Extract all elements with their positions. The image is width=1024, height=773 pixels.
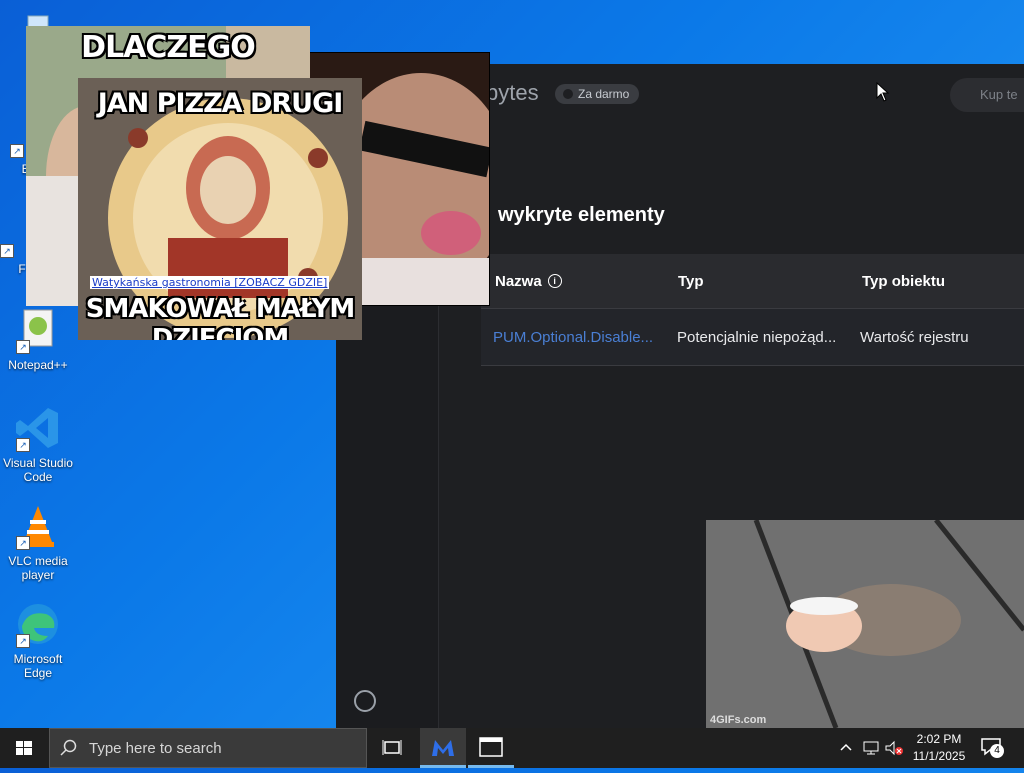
plan-badge-label: Za darmo [578,87,630,101]
start-button[interactable] [0,728,48,768]
desktop-icon-label: VLC media player [8,554,68,582]
desktop-icon-label: Notepad++ [8,358,68,372]
taskbar-window[interactable] [468,728,514,768]
meme-bottom-text: SMAKOWAŁ MAŁYM DZIECIOM [85,294,356,340]
shortcut-arrow-icon: ↗ [10,144,24,158]
clock[interactable]: 2:02 PM 11/1/2025 [908,731,970,765]
mouse-cursor-icon [876,82,890,102]
taskbar: Type here to search 2:02 PM 11/1/2025 4 [0,728,1024,768]
search-box[interactable]: Type here to search [49,728,367,768]
vscode-icon: ↗ [14,404,62,452]
detection-object-type: Wartość rejestru [860,328,969,346]
window-icon [479,737,503,757]
shortcut-arrow-icon: ↗ [16,438,30,452]
column-header-type[interactable]: Typ [678,254,704,308]
desktop-icon-edge[interactable]: ↗ Microsoft Edge [2,600,74,680]
desktop-icon-notepadpp[interactable]: ↗ Notepad++ [2,306,74,372]
malwarebytes-icon [432,740,454,756]
gif-popup[interactable]: 4GIFs.com [706,520,1024,728]
detection-type: Potencjalnie niepożąd... [677,328,837,346]
windows-logo-icon [16,741,32,755]
meme-top-text: JAN PIZZA DRUGI [97,88,344,119]
shortcut-arrow-icon: ↗ [0,244,14,258]
desktop-icon-label: Visual Studio Code [3,456,73,484]
section-title: wykryte elementy [498,204,665,226]
account-icon[interactable] [354,690,376,712]
edge-icon: ↗ [14,600,62,648]
clock-time: 2:02 PM [916,732,962,746]
vlc-icon: ↗ [14,502,62,550]
shortcut-arrow-icon: ↗ [16,536,30,550]
detection-name[interactable]: PUM.Optional.Disable... [493,309,663,365]
search-placeholder: Type here to search [89,740,222,757]
column-header-label: Nazwa [495,272,542,290]
header-bar [438,64,1024,164]
desktop-icon-vlc[interactable]: ↗ VLC media player [2,502,74,582]
desktop-icon-label: Microsoft Edge [13,652,63,680]
network-icon[interactable] [862,739,880,757]
shortcut-arrow-icon: ↗ [16,634,30,648]
task-view-button[interactable] [369,728,415,768]
notification-count-badge: 4 [990,744,1004,758]
table-row[interactable]: PUM.Optional.Disable... Potencjalnie nie… [481,309,1024,366]
notification-center-button[interactable]: 4 [980,736,1008,760]
clock-date: 11/1/2025 [912,749,966,763]
taskbar-malwarebytes[interactable] [420,728,466,768]
desktop-icon-vscode[interactable]: ↗ Visual Studio Code [2,404,74,484]
notepadpp-icon: ↗ [14,306,62,354]
shortcut-arrow-icon: ↗ [16,340,30,354]
check-icon [563,89,573,99]
column-header-name[interactable]: Nazwa i [495,254,562,308]
search-icon [60,739,77,756]
task-view-icon [382,740,402,755]
table-header: Nazwa i Typ Typ obiektu [481,254,1024,309]
detections-table: Nazwa i Typ Typ obiektu PUM.Optional.Dis… [481,254,1024,366]
buy-button[interactable]: Kup te [950,78,1024,112]
gif-image [706,520,1024,728]
info-icon[interactable]: i [547,274,562,288]
meme-popup-front[interactable]: JAN PIZZA DRUGI Watykańska gastronomia [… [78,78,362,340]
plan-badge: Za darmo [555,84,640,104]
volume-muted-icon[interactable] [884,739,904,757]
app-name: bytes [486,80,539,105]
meme-top-text: DLACZEGO [81,30,256,65]
meme-link[interactable]: Watykańska gastronomia [ZOBACZ GDZIE] [90,276,330,289]
chevron-up-icon[interactable] [838,740,854,756]
column-header-object-type[interactable]: Typ obiektu [862,254,945,308]
gif-watermark: 4GIFs.com [710,714,767,726]
